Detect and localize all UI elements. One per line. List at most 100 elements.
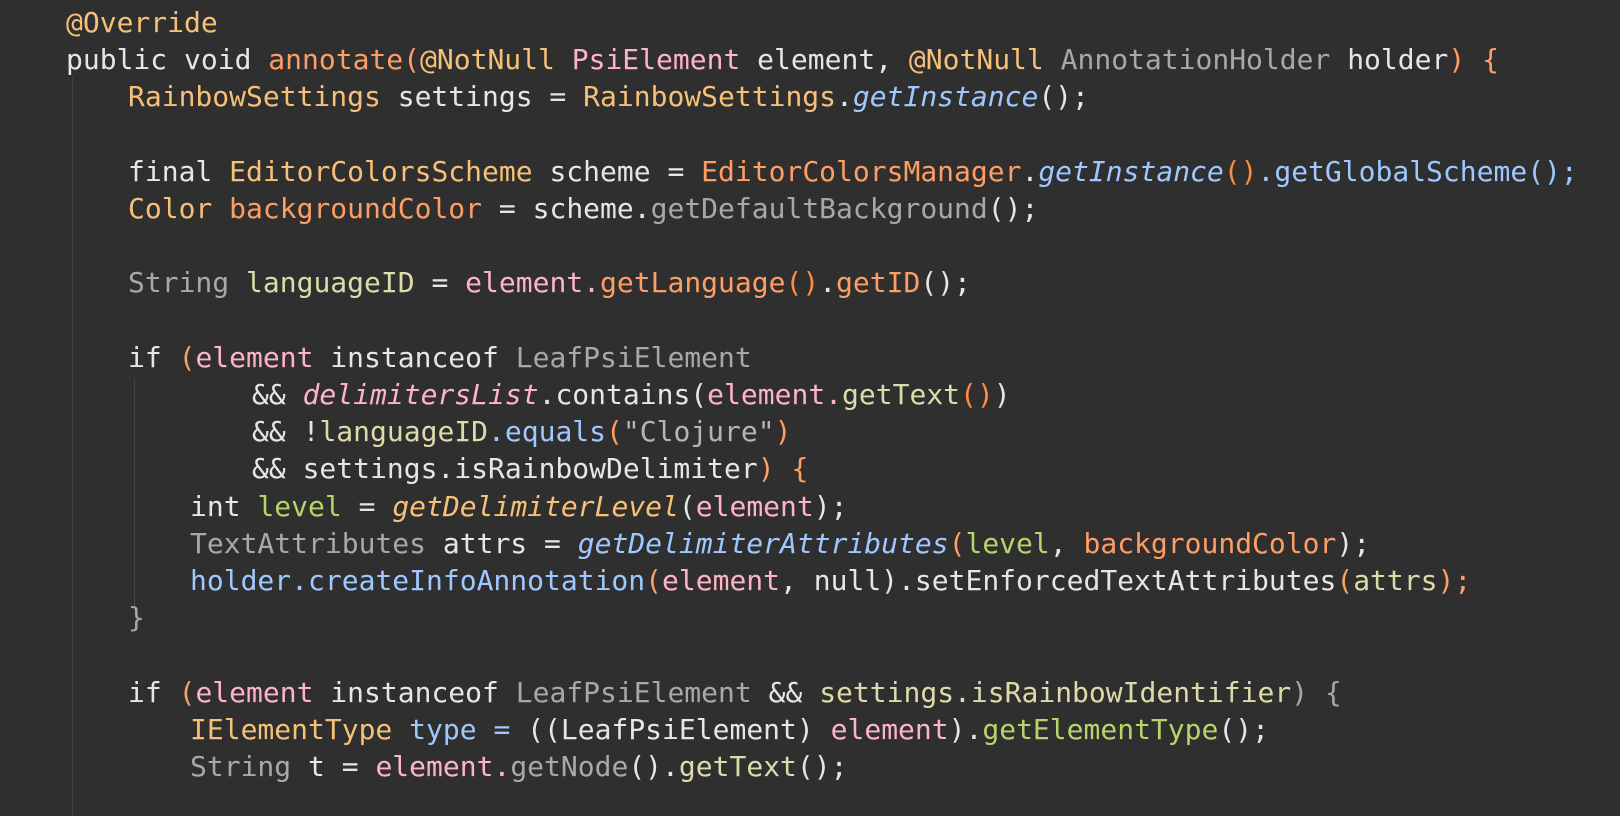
code-token: EditorColorsScheme (229, 154, 550, 188)
code-token: . (1021, 154, 1039, 188)
code-token: @Override (66, 6, 218, 39)
code-token: ( (178, 340, 196, 374)
code-line[interactable]: if (element instanceof LeafPsiElement &&… (128, 674, 1342, 712)
code-token: languageID (246, 266, 415, 300)
code-token: instanceof (330, 340, 516, 374)
code-token: String (128, 266, 247, 300)
code-token: LeafPsiElement (515, 675, 769, 709)
code-line[interactable]: Color backgroundColor = scheme.getDefaul… (128, 190, 1038, 228)
code-token: , (875, 43, 909, 77)
code-line[interactable]: String languageID = element.getLanguage(… (128, 264, 971, 302)
indent-guide (72, 78, 73, 816)
code-line[interactable]: holder.createInfoAnnotation(element, nul… (190, 562, 1471, 600)
code-token: ( (403, 43, 421, 77)
code-token: PsiElement (571, 43, 758, 77)
code-token: getDelimiterAttributes (577, 526, 949, 560)
code-token: () (1223, 154, 1258, 188)
code-token: () (960, 378, 994, 411)
code-token: element (662, 564, 781, 597)
code-token: LeafPsiElement (515, 340, 752, 374)
code-token: ) { (1448, 43, 1499, 77)
code-token: . (819, 266, 837, 300)
code-token: type = (409, 712, 528, 746)
code-token: = scheme. (482, 192, 651, 225)
code-token: getElementType (982, 712, 1219, 746)
code-line[interactable]: public void annotate(@NotNull PsiElement… (66, 41, 1499, 79)
code-token: settings.isRainbowIdentifier (819, 675, 1292, 709)
code-token: element. (465, 266, 601, 300)
code-token: , null).setEnforcedTextAttributes (780, 564, 1337, 597)
code-token: ( (645, 564, 663, 597)
code-token: TextAttributes (190, 526, 443, 560)
code-token: getDelimiterLevel (392, 489, 679, 523)
code-line[interactable]: && settings.isRainbowDelimiter) { (252, 450, 808, 488)
code-line[interactable]: int level = getDelimiterLevel(element); (190, 488, 847, 526)
code-token: backgroundColor (1083, 526, 1337, 560)
code-token: getDefaultBackground (650, 192, 988, 225)
code-token: .equals (488, 415, 607, 449)
code-token: if (128, 340, 179, 374)
code-token: ( (178, 675, 196, 709)
code-token: element (195, 675, 331, 709)
code-token: t = (308, 750, 376, 783)
code-token: getNode (510, 750, 629, 783)
code-token: LeafPsiElement (560, 712, 797, 746)
code-token: getInstance (1038, 154, 1224, 188)
code-token: holder.createInfoAnnotation (190, 564, 646, 597)
code-line[interactable]: @Override (66, 4, 218, 42)
code-token: ). (948, 712, 983, 746)
code-token: ) { (1291, 675, 1342, 709)
code-token: , (1049, 526, 1084, 560)
code-token: ( (606, 415, 623, 449)
code-editor[interactable]: @Override public void annotate(@NotNull P… (0, 0, 1620, 816)
code-token: @NotNull (420, 43, 572, 77)
code-line[interactable]: && !languageID.equals("Clojure") (252, 413, 791, 451)
code-token: && ! (252, 415, 320, 449)
code-token: getText (678, 750, 797, 783)
code-line[interactable]: && delimitersList.contains(element.getTe… (252, 376, 1011, 414)
code-token: (); (1218, 712, 1269, 746)
code-token: @NotNull (908, 43, 1061, 77)
code-token: ( (948, 526, 966, 560)
code-line[interactable]: if (element instanceof LeafPsiElement (128, 339, 752, 377)
code-token: ); (1437, 564, 1472, 597)
code-token: public void (66, 43, 269, 77)
code-token: String (190, 750, 309, 783)
code-token: EditorColorsManager (701, 154, 1022, 188)
code-line[interactable]: RainbowSettings settings = RainbowSettin… (128, 78, 1089, 116)
code-token: attrs = (442, 526, 578, 560)
code-token: languageID (319, 415, 489, 449)
code-token: = (341, 489, 393, 523)
code-token: attrs (1353, 564, 1438, 597)
code-token: (); (1038, 80, 1089, 114)
code-line[interactable]: final EditorColorsScheme scheme = Editor… (128, 153, 1578, 191)
code-token: holder (1347, 43, 1449, 77)
code-token: && (768, 675, 820, 709)
code-line[interactable]: IElementType type = ((LeafPsiElement) el… (190, 711, 1269, 749)
code-token: (( (527, 712, 561, 746)
code-token: ); (1336, 526, 1371, 560)
code-token: .getGlobalScheme(); (1257, 154, 1578, 188)
code-token: ( (678, 489, 696, 523)
code-token: () (785, 266, 820, 300)
code-token: (). (628, 750, 679, 783)
code-line[interactable]: String t = element.getNode().getText(); (190, 748, 848, 786)
code-token: .contains( (538, 378, 708, 411)
code-token: Color (128, 192, 230, 225)
code-token: IElementType (190, 712, 410, 746)
code-line[interactable]: TextAttributes attrs = getDelimiterAttri… (190, 525, 1370, 563)
code-token: final (128, 154, 230, 188)
code-token: element. (375, 750, 511, 783)
code-token: (); (796, 750, 848, 783)
code-token: settings = (397, 80, 584, 114)
code-token: level (965, 526, 1050, 560)
code-token: scheme = (549, 154, 702, 188)
code-token: level (257, 489, 342, 523)
code-token: ) (993, 378, 1011, 411)
code-line[interactable]: } (128, 599, 145, 637)
code-token: instanceof (330, 675, 516, 709)
code-token: "Clojure" (622, 415, 775, 449)
code-token: . (836, 80, 853, 114)
code-token: backgroundColor (229, 192, 483, 225)
code-token: if (128, 675, 179, 709)
